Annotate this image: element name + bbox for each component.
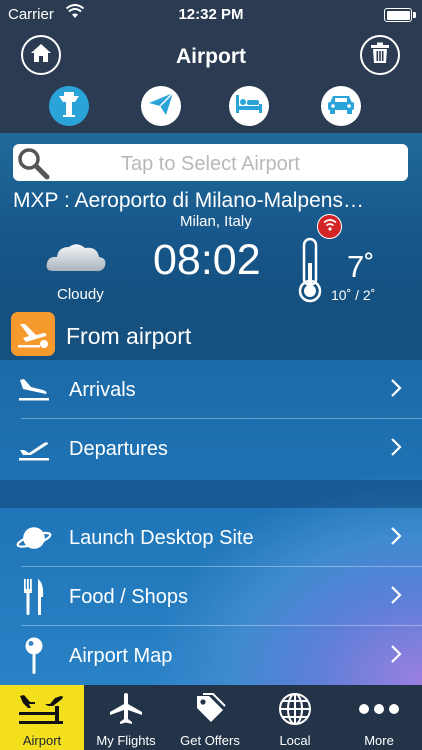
tab-local[interactable]: Local (253, 685, 337, 750)
mode-hotel-button[interactable] (229, 86, 269, 126)
menu-item-label: Food / Shops (69, 586, 188, 608)
menu-list: Arrivals Departures Launch Desktop Site … (0, 360, 422, 685)
mode-flights-button[interactable] (141, 86, 181, 126)
menu-item-airport-map[interactable]: Airport Map (0, 626, 422, 685)
page-title: Airport (176, 45, 246, 68)
car-icon (327, 93, 355, 120)
chevron-right-icon (390, 644, 402, 669)
takeoff-icon (11, 312, 55, 356)
menu-item-arrivals[interactable]: Arrivals (0, 360, 422, 419)
menu-item-food-shops[interactable]: Food / Shops (0, 567, 422, 626)
local-time: 08:02 (153, 236, 261, 284)
globe-icon (278, 691, 312, 727)
paper-plane-icon (148, 91, 174, 121)
menu-item-label: Departures (69, 438, 168, 460)
tab-label: Local (279, 733, 311, 748)
menu-item-departures[interactable]: Departures (0, 419, 422, 478)
current-temperature: 7˚ (347, 249, 375, 284)
battery-icon (384, 8, 416, 22)
nav-header: Airport (0, 30, 422, 133)
status-time: 12:32 PM (178, 6, 244, 23)
airport-search-field[interactable]: Tap to Select Airport (13, 144, 408, 181)
chevron-right-icon (390, 585, 402, 610)
map-pin-icon (16, 637, 52, 674)
tags-icon (193, 691, 227, 727)
tab-label: Get Offers (180, 733, 240, 748)
section-header: From airport (0, 310, 422, 360)
temperature-range: 10˚ / 2˚ (331, 287, 376, 303)
section-spacer (0, 480, 422, 508)
weather-condition: Cloudy (57, 286, 104, 303)
menu-item-label: Arrivals (69, 379, 136, 401)
tab-more[interactable]: More (337, 685, 421, 750)
more-dots-icon (358, 691, 400, 727)
tab-bar: Airport My Flights Get Offers Local More (0, 685, 422, 750)
chevron-right-icon (390, 526, 402, 551)
airport-city: Milan, Italy (180, 213, 252, 230)
chevron-right-icon (390, 437, 402, 462)
trash-icon (370, 42, 390, 69)
menu-item-desktop-site[interactable]: Launch Desktop Site (0, 508, 422, 567)
airport-name[interactable]: MXP : Aeroporto di Milano-Malpens… (13, 189, 413, 213)
tab-get-offers[interactable]: Get Offers (168, 685, 252, 750)
tab-label: More (364, 733, 394, 748)
hotel-bed-icon (235, 93, 263, 120)
mode-car-button[interactable] (321, 86, 361, 126)
tab-label: My Flights (96, 733, 156, 748)
cloud-icon (45, 239, 107, 282)
live-signal-badge[interactable] (317, 214, 342, 239)
tab-label: Airport (22, 733, 62, 748)
chevron-right-icon (390, 378, 402, 403)
fork-knife-icon (16, 579, 52, 615)
menu-item-label: Launch Desktop Site (69, 527, 254, 549)
airplane-icon (108, 691, 144, 727)
airport-info-panel: Tap to Select Airport MXP : Aeroporto di… (0, 133, 422, 310)
menu-item-label: Airport Map (69, 645, 173, 667)
planet-icon (16, 520, 52, 556)
departures-plane-icon (16, 431, 52, 467)
arrivals-plane-icon (16, 372, 52, 408)
airport-icon (17, 691, 67, 727)
delete-button[interactable] (360, 35, 400, 75)
mode-tower-button[interactable] (49, 86, 89, 126)
search-placeholder: Tap to Select Airport (121, 153, 300, 175)
wifi-signal-icon (322, 217, 338, 236)
tab-my-flights[interactable]: My Flights (84, 685, 168, 750)
thermometer-icon (296, 237, 324, 308)
tab-airport[interactable]: Airport (0, 685, 84, 750)
section-title: From airport (66, 323, 192, 349)
status-bar: Carrier 12:32 PM (0, 0, 422, 30)
control-tower-icon (56, 90, 82, 123)
